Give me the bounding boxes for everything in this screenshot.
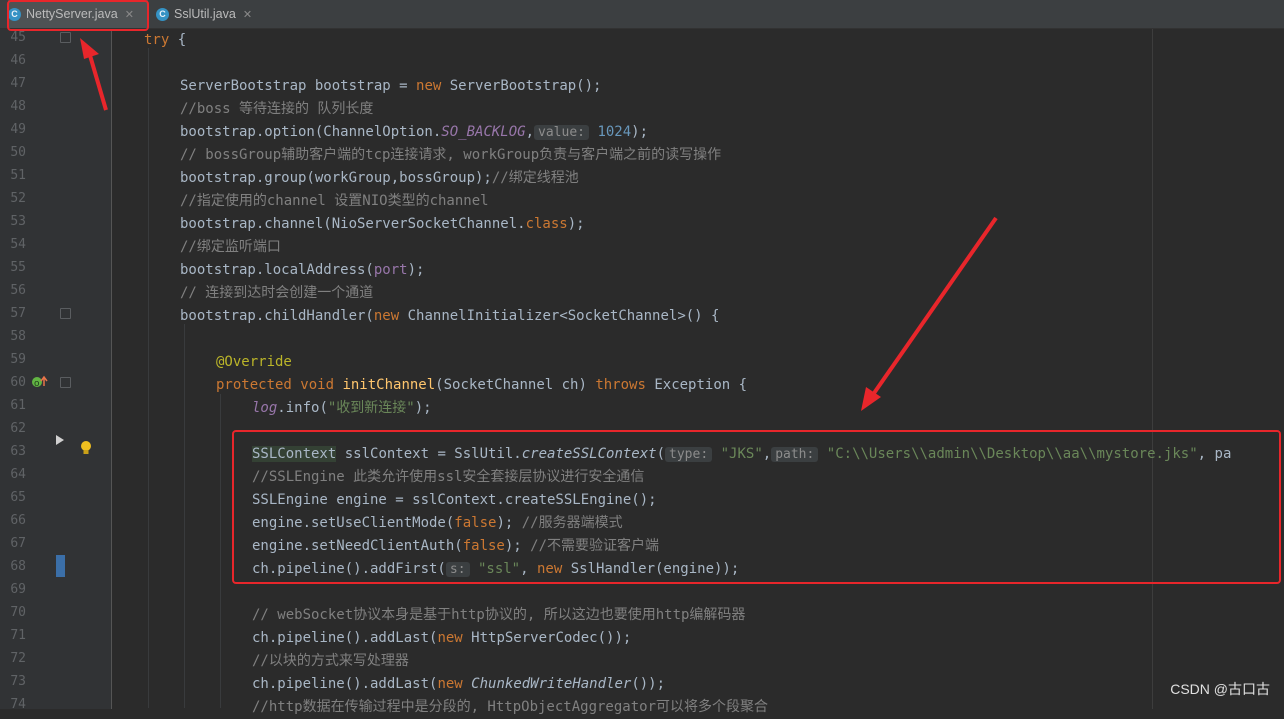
annotation-arrows: [80, 38, 998, 411]
csdn-watermark: CSDN @古口古: [1170, 681, 1270, 697]
